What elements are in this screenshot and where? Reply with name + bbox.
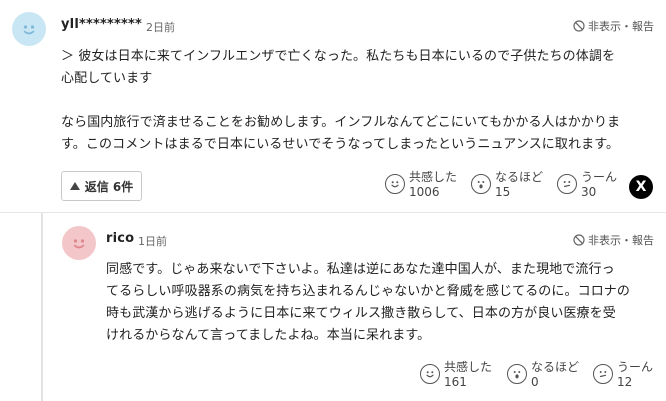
comment-user-name[interactable]: rico bbox=[106, 231, 134, 246]
hide-report-label: 非表示・報告 bbox=[588, 234, 654, 247]
avatar-face-icon bbox=[73, 239, 85, 249]
reaction-label: うーん bbox=[617, 360, 654, 374]
comment-line: 同感です。じゃあ来ないで下さいよ。私達は逆にあなた達中国人が、また現地で流行っ bbox=[106, 262, 615, 277]
reaction-count: 0 bbox=[531, 375, 539, 389]
reaction-count: 12 bbox=[617, 375, 633, 389]
reaction-label: なるほど bbox=[531, 360, 580, 374]
reaction-label: 共感した bbox=[444, 360, 493, 374]
smile-face-icon bbox=[420, 364, 440, 384]
comment-time: 1日前 bbox=[138, 235, 167, 248]
comment-line: 時も武漢から逃げるように日本に来てウィルス撒き散らして、日本の方が良い医療を受 bbox=[106, 306, 616, 321]
reply-comment-1: rico 1日前 非表示・報告 同感です。じゃあ来ないで下さいよ。私達は逆にあな… bbox=[0, 0, 666, 389]
reply-thread-line bbox=[41, 213, 43, 401]
comment-line: けれるからなんて言ってましたよね。本当に呆れます。 bbox=[106, 328, 431, 343]
comment-body: 同感です。じゃあ来ないで下さいよ。私達は逆にあなた達中国人が、また現地で流行っ … bbox=[106, 259, 662, 347]
hmm-face-icon bbox=[593, 364, 613, 384]
reaction-count: 161 bbox=[444, 375, 467, 389]
user-avatar[interactable] bbox=[62, 226, 96, 260]
reaction-agree-button[interactable]: 共感した 161 bbox=[420, 360, 492, 390]
surprised-face-icon bbox=[507, 364, 527, 384]
reaction-insight-button[interactable]: なるほど 0 bbox=[507, 360, 579, 390]
comment-line: てるらしい呼吸器系の病気を持ち込まれるんじゃないかと脅威を感じてるのに。コロナの bbox=[106, 284, 631, 299]
prohibit-icon bbox=[573, 234, 585, 246]
comment-divider bbox=[0, 212, 666, 213]
reaction-hmm-button[interactable]: うーん 12 bbox=[593, 360, 653, 390]
hide-report-link[interactable]: 非表示・報告 bbox=[573, 232, 654, 248]
